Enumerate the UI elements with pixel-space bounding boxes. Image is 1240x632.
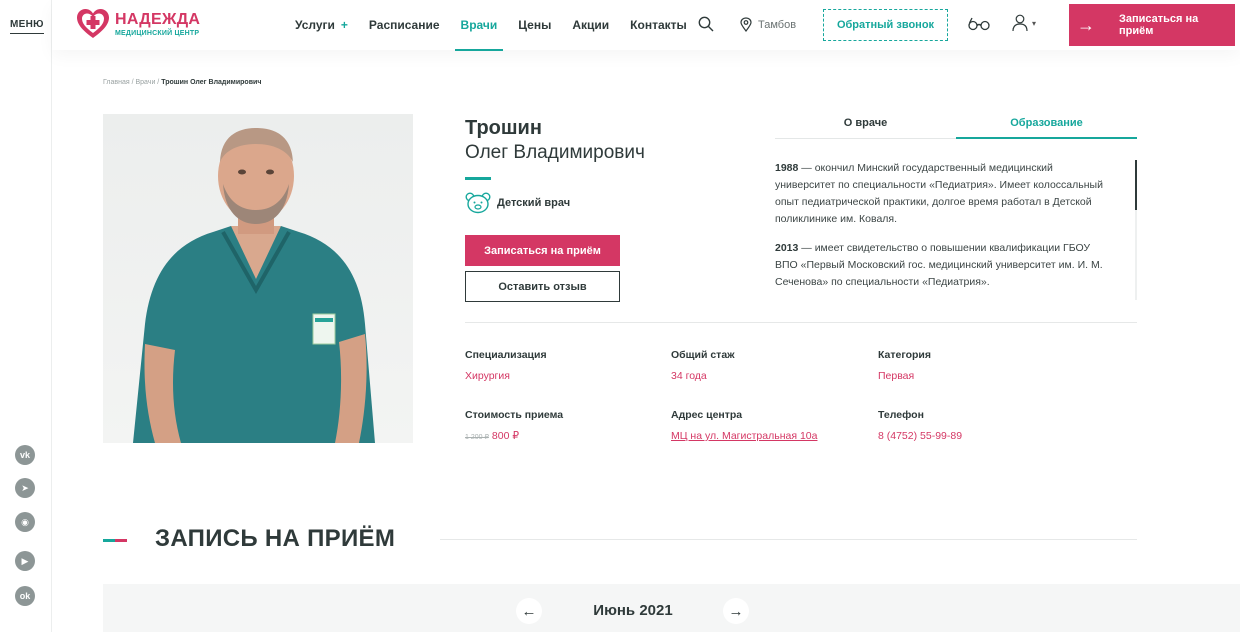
- odnoklassniki-icon[interactable]: ok: [15, 586, 35, 606]
- nav-item-promotions[interactable]: Акции: [572, 18, 609, 32]
- breadcrumb-current: Трошин Олег Владимирович: [161, 79, 262, 86]
- education-year: 1988: [775, 162, 799, 174]
- price-value: 1 200 ₽800 ₽: [465, 430, 520, 442]
- section-title: ЗАПИСЬ НА ПРИЁМ: [155, 525, 396, 552]
- telegram-icon[interactable]: ➤: [15, 478, 35, 498]
- prev-month-button[interactable]: ←: [516, 598, 542, 624]
- logo-name: НАДЕЖДА: [115, 10, 201, 28]
- experience-value: 34 года: [671, 370, 707, 382]
- nav-item-services[interactable]: Услуги +: [295, 18, 348, 32]
- chevron-down-icon: ▾: [1032, 18, 1037, 28]
- tab-education[interactable]: Образование: [956, 113, 1137, 139]
- breadcrumb-doctors[interactable]: Врачи: [136, 79, 156, 86]
- doctor-portrait-image: [133, 128, 375, 443]
- header-book-button[interactable]: → Записаться на приём: [1069, 4, 1235, 46]
- teddy-bear-icon: [465, 192, 491, 214]
- doctor-role: Детский врач: [465, 192, 570, 214]
- whatsapp-icon[interactable]: ◉: [15, 512, 35, 532]
- info-divider: [465, 322, 1137, 323]
- breadcrumb: Главная / Врачи / Трошин Олег Владимиров…: [103, 79, 262, 86]
- city-selector[interactable]: Тамбов: [740, 17, 796, 32]
- doctor-tabs: О враче Образование: [775, 113, 1137, 139]
- fact-address: Адрес центра МЦ на ул. Магистральная 10а: [671, 409, 818, 442]
- plus-icon: +: [340, 18, 348, 32]
- fact-phone: Телефон 8 (4752) 55-99-89: [878, 409, 963, 442]
- calendar-month: Июнь 2021: [593, 602, 673, 619]
- doctor-role-label: Детский врач: [497, 197, 571, 209]
- doctor-given-name: Олег Владимирович: [465, 142, 645, 163]
- education-entry: 2013 — имеет свидетельство о повышении к…: [775, 242, 1103, 288]
- nav-item-doctors[interactable]: Врачи: [454, 18, 503, 51]
- phone-link[interactable]: 8 (4752) 55-99-89: [878, 430, 962, 442]
- old-price: 1 200 ₽: [465, 434, 489, 441]
- education-year: 2013: [775, 242, 799, 254]
- accessibility-glasses-icon[interactable]: [968, 17, 990, 31]
- search-icon[interactable]: [698, 16, 714, 32]
- name-underline: [465, 177, 491, 180]
- nav-item-contacts[interactable]: Контакты: [630, 18, 687, 32]
- fact-category: Категория Первая: [878, 349, 932, 382]
- education-panel: 1988 — окончил Минский государственный м…: [775, 160, 1137, 300]
- location-pin-icon: [740, 17, 752, 32]
- fact-experience: Общий стаж 34 года: [671, 349, 735, 382]
- book-appointment-button[interactable]: Записаться на приём: [465, 235, 620, 266]
- left-rail: МЕНЮ vk ➤ ◉ ▶ ok: [0, 0, 52, 632]
- user-icon: [1012, 14, 1028, 32]
- city-label: Тамбов: [758, 18, 797, 31]
- user-menu[interactable]: ▾: [1012, 14, 1036, 32]
- tab-about[interactable]: О враче: [775, 113, 956, 138]
- fact-price: Стоимость приема 1 200 ₽800 ₽: [465, 409, 564, 442]
- panel-scrollbar[interactable]: [1135, 160, 1137, 210]
- nav-item-schedule[interactable]: Расписание: [369, 18, 440, 32]
- doctor-surname: Трошин: [465, 117, 542, 139]
- section-accent: [103, 539, 127, 542]
- menu-button[interactable]: МЕНЮ: [10, 19, 44, 34]
- logo-heart-icon: [77, 9, 109, 38]
- youtube-icon[interactable]: ▶: [15, 551, 35, 571]
- leave-review-button[interactable]: Оставить отзыв: [465, 271, 620, 302]
- doctor-photo: [103, 114, 413, 443]
- arrow-right-icon: →: [1077, 14, 1095, 35]
- vk-icon[interactable]: vk: [15, 445, 35, 465]
- callback-button[interactable]: Обратный звонок: [823, 9, 948, 41]
- next-month-button[interactable]: →: [723, 598, 749, 624]
- top-header: НАДЕЖДА МЕДИЦИНСКИЙ ЦЕНТР Услуги + Распис…: [52, 0, 1240, 51]
- logo[interactable]: НАДЕЖДА МЕДИЦИНСКИЙ ЦЕНТР: [76, 8, 200, 40]
- category-value: Первая: [878, 370, 915, 382]
- address-link[interactable]: МЦ на ул. Магистральная 10а: [671, 430, 817, 442]
- main-nav: Услуги + Расписание Врачи Цены Акции Конт…: [295, 18, 708, 51]
- fact-specialization: Специализация Хирургия: [465, 349, 547, 382]
- nav-item-prices[interactable]: Цены: [518, 18, 551, 32]
- logo-subtitle: МЕДИЦИНСКИЙ ЦЕНТР: [115, 29, 200, 37]
- specialization-value: Хирургия: [465, 370, 510, 382]
- education-entry: 1988 — окончил Минский государственный м…: [775, 162, 1103, 225]
- breadcrumb-home[interactable]: Главная: [103, 79, 130, 86]
- section-divider: [440, 539, 1137, 540]
